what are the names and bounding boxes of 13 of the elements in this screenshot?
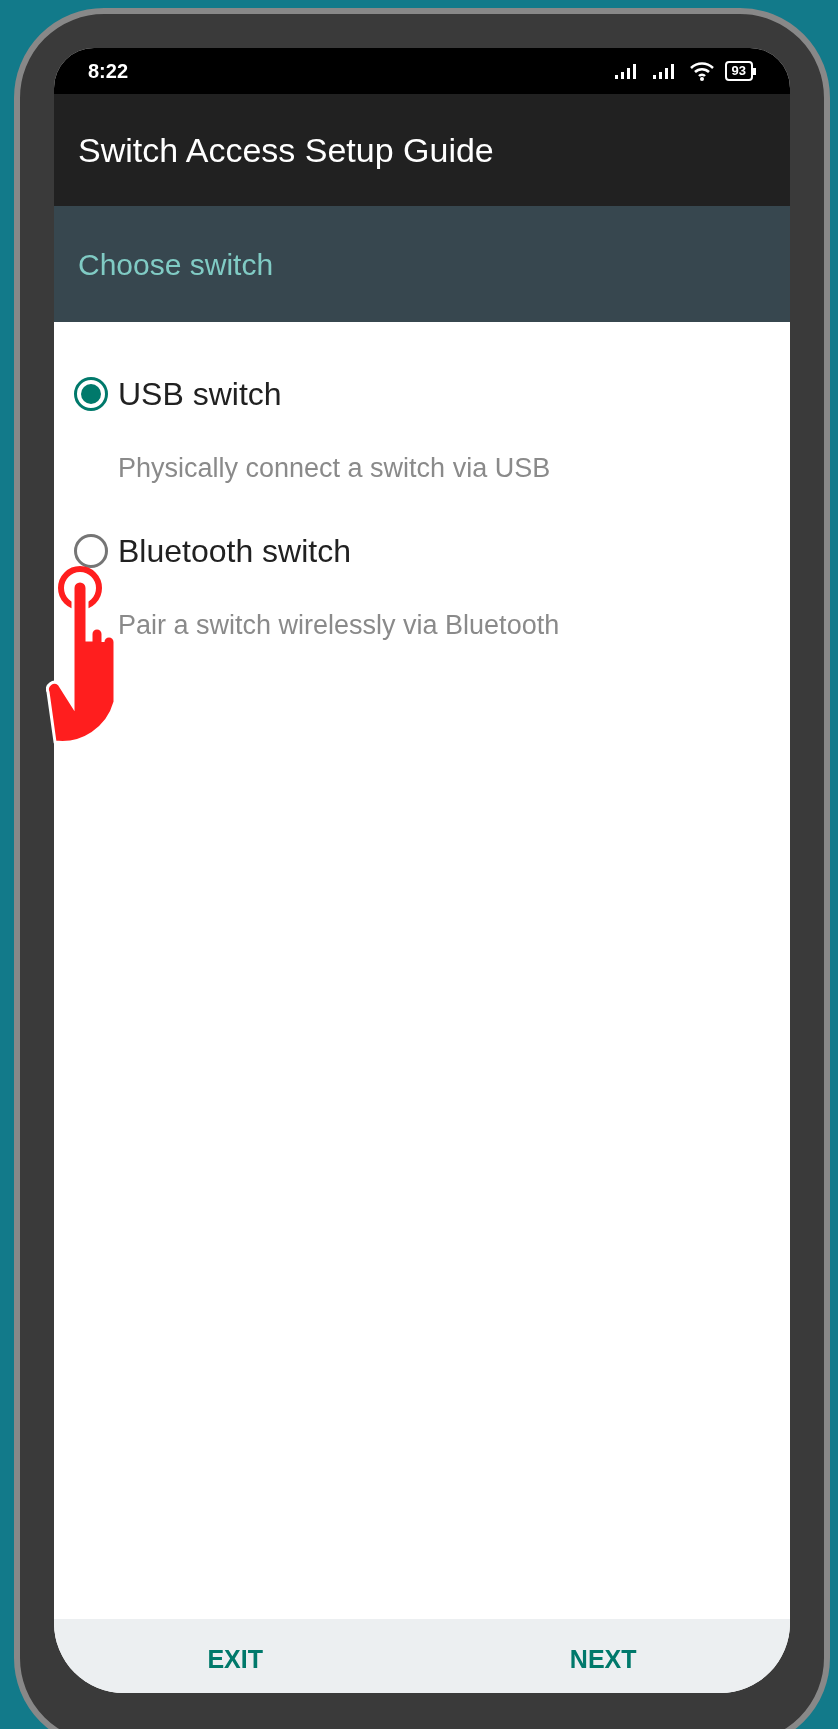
status-time: 8:22 (88, 59, 129, 84)
exit-button[interactable]: EXIT (197, 1641, 273, 1679)
battery-icon: 93 (724, 61, 756, 81)
app-title: Switch Access Setup Guide (78, 129, 494, 171)
option-label[interactable]: USB switch (118, 370, 282, 418)
section-title: Choose switch (78, 246, 274, 283)
option-description: Pair a switch wirelessly via Bluetooth (117, 608, 561, 642)
wifi-icon (688, 61, 715, 81)
radio-button[interactable] (74, 377, 108, 411)
option-description: Physically connect a switch via USB (117, 452, 552, 485)
radio-button[interactable] (74, 533, 108, 568)
option-label[interactable]: Bluetooth switch (118, 526, 351, 575)
next-button[interactable]: NEXT (559, 1641, 647, 1679)
